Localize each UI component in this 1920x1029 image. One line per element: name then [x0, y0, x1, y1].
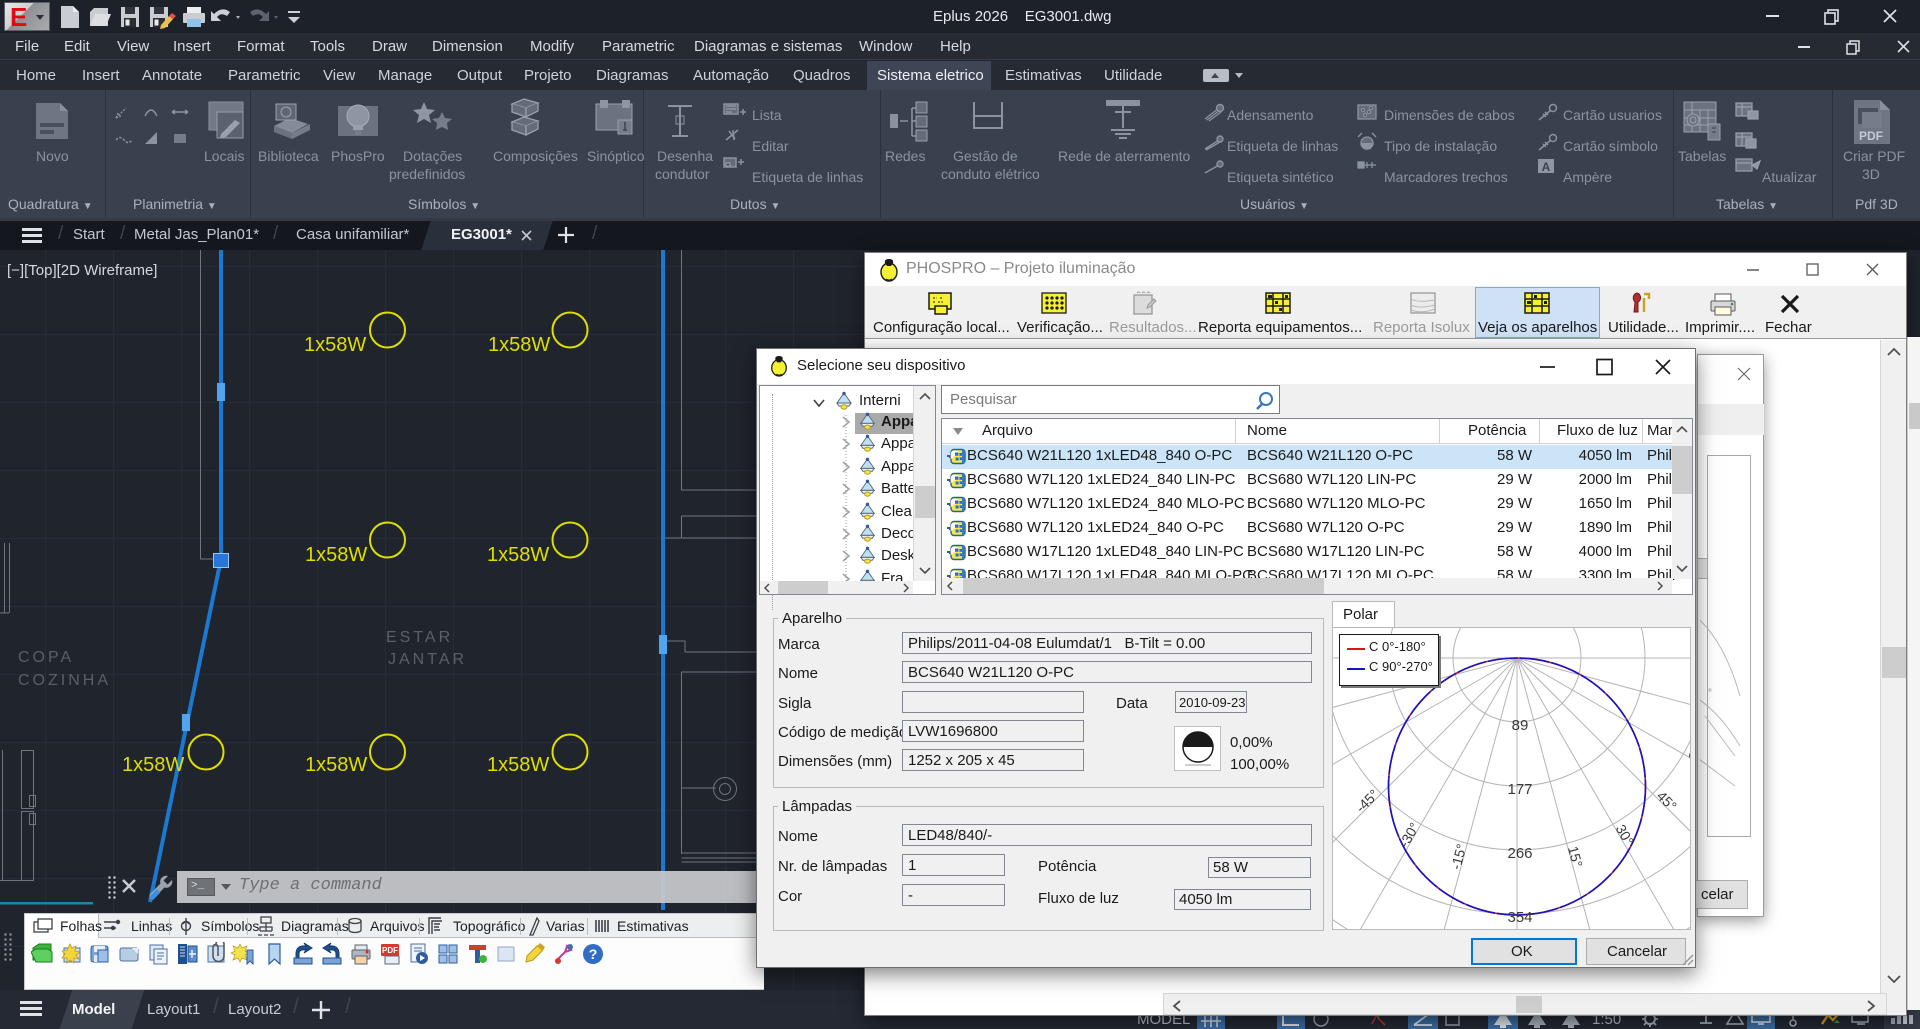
svg-text:A: A	[1542, 160, 1551, 174]
svg-text:266: 266	[1507, 845, 1532, 862]
svg-text:JANTAR: JANTAR	[388, 651, 467, 668]
svg-text:COPA: COPA	[18, 649, 74, 666]
svg-text:PDF: PDF	[382, 946, 398, 955]
svg-text:[−][Top][2D Wireframe]: [−][Top][2D Wireframe]	[7, 262, 157, 279]
svg-text:PDF: PDF	[1859, 129, 1883, 143]
svg-text:177: 177	[1507, 781, 1532, 798]
svg-text:?: ?	[589, 946, 598, 962]
svg-text:89: 89	[1512, 717, 1529, 734]
svg-text:-30°: -30°	[1396, 820, 1423, 850]
svg-text:1x58W: 1x58W	[487, 544, 549, 566]
svg-text:1x58W: 1x58W	[487, 754, 549, 776]
svg-text:1x58W: 1x58W	[488, 334, 550, 356]
svg-text:°: °	[1708, 688, 1712, 699]
svg-text:30°: 30°	[1613, 822, 1637, 848]
svg-text:1x58W: 1x58W	[305, 544, 367, 566]
svg-text:1x58W: 1x58W	[305, 754, 367, 776]
svg-text:COZINHA: COZINHA	[18, 672, 111, 689]
svg-text:45°: 45°	[1654, 788, 1680, 814]
svg-text:1x58W: 1x58W	[122, 754, 184, 776]
svg-text:15°: 15°	[1565, 844, 1586, 869]
svg-text:354: 354	[1507, 909, 1532, 926]
svg-text:ESTAR: ESTAR	[386, 629, 453, 646]
svg-text:-15°: -15°	[1447, 842, 1469, 871]
svg-text:1x58W: 1x58W	[304, 334, 366, 356]
